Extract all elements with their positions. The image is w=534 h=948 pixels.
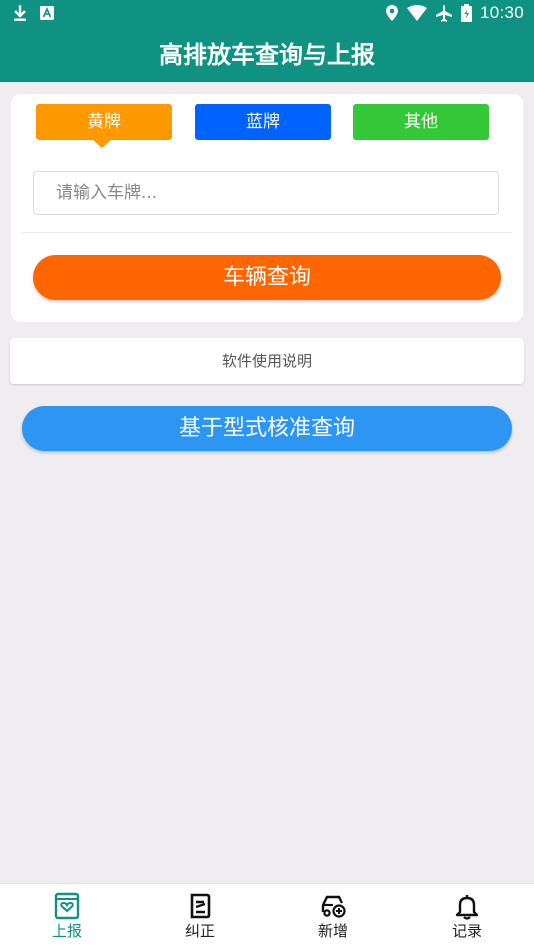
airplane-icon: [435, 5, 452, 22]
vehicle-query-button[interactable]: 车辆查询: [33, 255, 501, 300]
a-badge-icon: [40, 6, 54, 20]
status-bar: 10:30: [0, 0, 534, 28]
bottom-navigation: 上报 纠正 新增 记录: [0, 883, 534, 948]
nav-item-add[interactable]: 新增: [266, 884, 400, 948]
battery-icon: [460, 4, 472, 22]
selected-indicator-arrow: [93, 140, 111, 148]
divider: [22, 232, 512, 233]
nav-label-correct: 纠正: [184, 922, 215, 940]
download-icon: [14, 5, 26, 21]
plate-type-blue-button[interactable]: 蓝牌: [195, 104, 331, 140]
nav-item-report[interactable]: 上报: [0, 884, 134, 948]
bell-icon: [455, 895, 479, 920]
add-car-icon: [321, 895, 346, 918]
page-title: 高排放车查询与上报: [159, 41, 375, 69]
type-approval-query-button[interactable]: 基于型式核准查询: [22, 406, 512, 451]
status-time: 10:30: [479, 3, 524, 22]
nav-item-correct[interactable]: 纠正: [133, 884, 267, 948]
nav-item-records[interactable]: 记录: [400, 884, 534, 948]
user-manual-button[interactable]: 软件使用说明: [10, 338, 524, 384]
plate-type-other-button[interactable]: 其他: [353, 104, 489, 140]
query-card: 黄牌 蓝牌 其他 请输入车牌... 车辆查询: [11, 94, 523, 322]
plate-number-input[interactable]: 请输入车牌...: [33, 171, 499, 215]
location-icon: [385, 5, 398, 21]
nav-label-report: 上报: [51, 922, 82, 940]
wifi-icon: [406, 5, 427, 21]
report-icon: [54, 892, 80, 920]
correct-icon: [190, 893, 211, 919]
plate-type-yellow-button[interactable]: 黄牌: [36, 104, 172, 140]
app-bar: 高排放车查询与上报: [0, 28, 534, 82]
nav-label-add: 新增: [317, 922, 348, 940]
nav-label-records: 记录: [451, 922, 482, 940]
